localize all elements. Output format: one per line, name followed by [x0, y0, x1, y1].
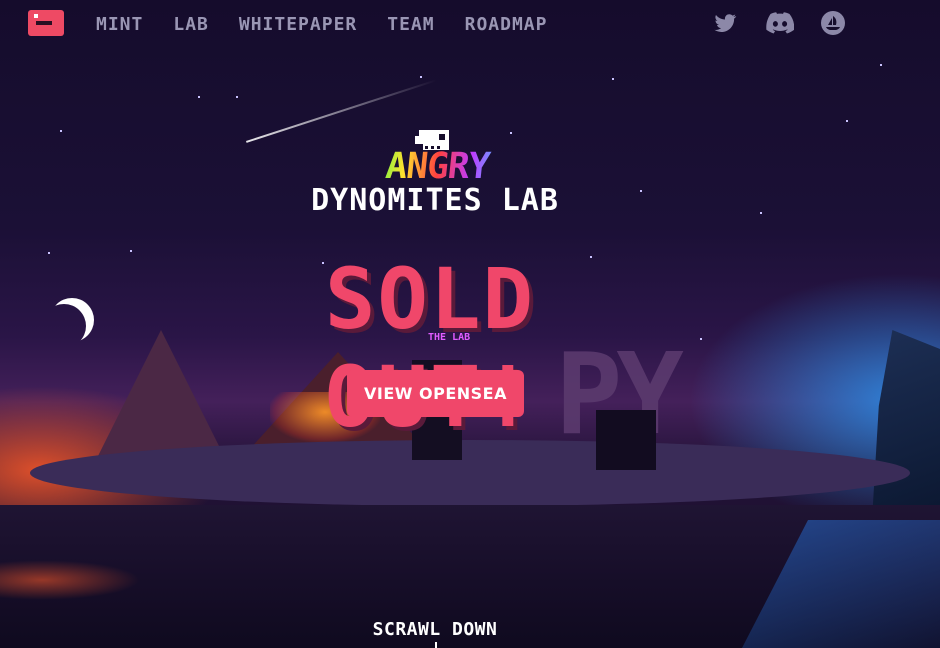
- star: [420, 76, 422, 78]
- nav-link-lab[interactable]: LAB: [173, 14, 209, 35]
- main-nav: MINT LAB WHITEPAPER TEAM ROADMAP: [96, 14, 577, 35]
- star: [510, 132, 512, 134]
- view-opensea-button[interactable]: VIEW OPENSEA: [347, 370, 524, 417]
- star: [60, 130, 62, 132]
- site-header: MINT LAB WHITEPAPER TEAM ROADMAP: [0, 0, 940, 50]
- nav-link-team[interactable]: TEAM: [387, 14, 434, 35]
- discord-icon[interactable]: [766, 10, 795, 36]
- crescent-moon-icon: [50, 298, 94, 342]
- scroll-down-label[interactable]: SCRAWL DOWN: [340, 619, 530, 640]
- star: [846, 120, 848, 122]
- star: [48, 252, 50, 254]
- sunset-reflection: [0, 560, 140, 600]
- star: [130, 250, 132, 252]
- scroll-indicator-line: [435, 642, 437, 648]
- nav-link-whitepaper[interactable]: WHITEPAPER: [239, 14, 357, 35]
- island: [30, 440, 910, 506]
- nav-link-roadmap[interactable]: ROADMAP: [465, 14, 548, 35]
- star: [700, 338, 702, 340]
- star: [612, 78, 614, 80]
- brand-subtitle: DYNOMITES LAB: [311, 183, 559, 218]
- star: [236, 96, 238, 98]
- nav-link-mint[interactable]: MINT: [96, 14, 143, 35]
- star: [640, 190, 642, 192]
- star: [760, 212, 762, 214]
- twitter-icon[interactable]: [712, 10, 738, 36]
- social-links: [712, 10, 846, 36]
- opensea-icon[interactable]: [820, 10, 846, 36]
- brand-angry-wordmark: ANGRY: [368, 146, 507, 187]
- star: [880, 64, 882, 66]
- angry-dino-logo-icon[interactable]: [28, 10, 64, 36]
- star: [198, 96, 200, 98]
